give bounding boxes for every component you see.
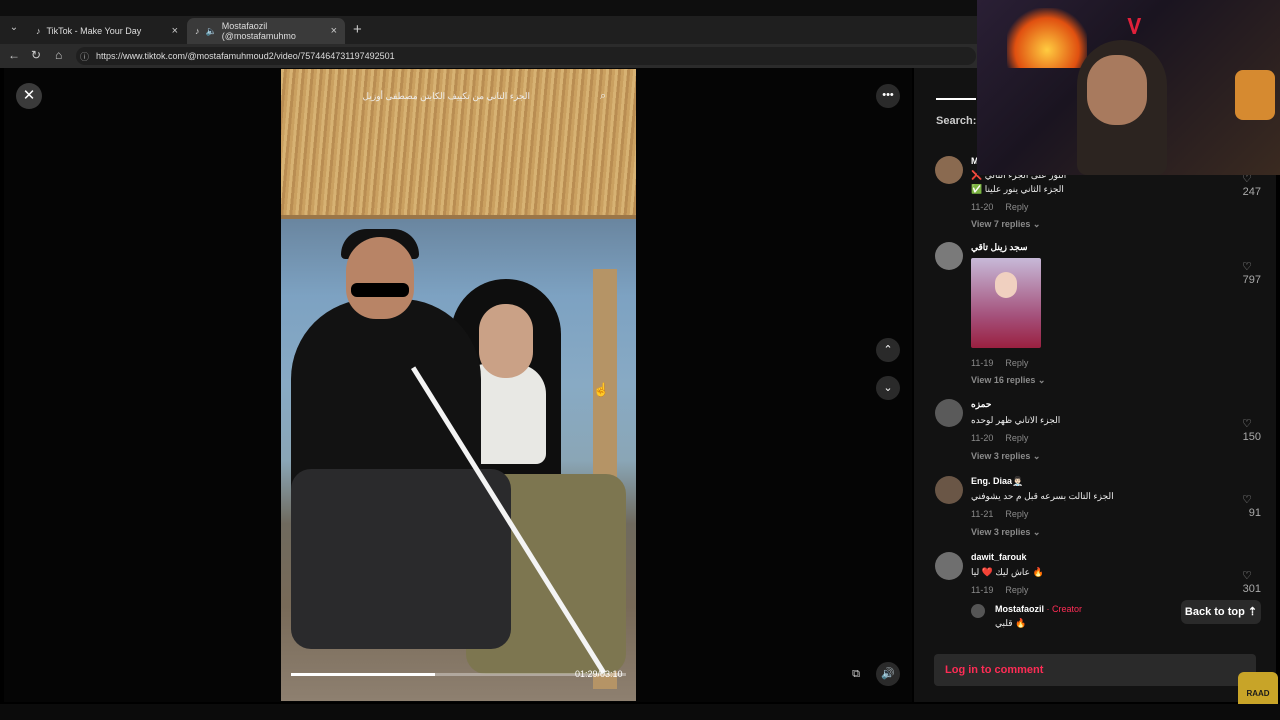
avatar[interactable] — [935, 242, 963, 270]
comment-meta: 11-19 Reply — [971, 585, 1028, 595]
view-replies-label: View 16 replies — [971, 375, 1036, 385]
site-info-icon[interactable]: ⓘ — [80, 50, 89, 63]
picture-in-picture-button[interactable]: ⧉ — [846, 664, 866, 684]
like-count: 797 — [1242, 274, 1261, 286]
comment-author[interactable]: سجد زينل تاقي — [971, 242, 1028, 253]
back-to-top-label: Back to top — [1184, 606, 1245, 618]
reply-button[interactable]: Reply — [1005, 585, 1028, 595]
comment-item: سجد زينل تاقي 11-19 Reply View 16 replies… — [935, 242, 1265, 392]
view-replies-label: View 3 replies — [971, 451, 1031, 461]
avatar[interactable] — [935, 476, 963, 504]
comment-date: 11-20 — [971, 433, 994, 443]
comment-author[interactable]: dawit_farouk — [971, 552, 1027, 562]
tab-mostafaozil[interactable]: ♪ 🔈 Mostafaozil (@mostafamuhmo × — [187, 18, 345, 44]
avatar[interactable] — [971, 604, 985, 618]
creator-name: Mostafaozil — [995, 604, 1045, 614]
fireplace-screen — [1007, 8, 1087, 68]
reply-button[interactable]: Reply — [1005, 358, 1028, 368]
comment-text: الجزء الاتاني ظهر لوحده — [971, 415, 1061, 425]
avatar[interactable] — [935, 552, 963, 580]
tiktok-favicon-icon: ♪ — [195, 26, 200, 36]
comment-date: 11-21 — [971, 509, 994, 519]
pip-icon: ⧉ — [852, 668, 860, 680]
comment-author[interactable]: Eng. Diaa👨🏻‍⚕️ — [971, 476, 1023, 487]
speaker-icon: 🔊 — [881, 668, 895, 680]
tab-close-icon[interactable]: × — [172, 25, 178, 37]
double-chevron-up-icon: ⇡ — [1247, 606, 1258, 618]
heart-icon[interactable]: ♡ — [1242, 493, 1252, 506]
comment-author[interactable]: حمزه — [971, 399, 991, 410]
tab-title: TikTok - Make Your Day — [46, 26, 142, 36]
like-count: 150 — [1242, 431, 1261, 443]
view-replies-label: View 7 replies — [971, 219, 1031, 229]
reply-button[interactable]: Reply — [1005, 509, 1028, 519]
view-replies-button[interactable]: View 16 replies ⌄ — [971, 375, 1045, 386]
back-to-top-button[interactable]: Back to top ⇡ — [1181, 600, 1261, 624]
creator-reply-author[interactable]: Mostafaozil · Creator — [995, 604, 1082, 614]
comment-meta: 11-20 Reply — [971, 433, 1028, 443]
bottom-strip — [0, 704, 1280, 720]
tab-search-menu-icon[interactable]: ⌄ — [6, 22, 22, 38]
chevron-down-icon: ⌄ — [883, 382, 893, 394]
video-player[interactable] — [281, 69, 636, 701]
url-field[interactable]: https://www.tiktok.com/@mostafamuhmoud2/… — [76, 47, 976, 65]
chevron-up-icon: ⌃ — [883, 344, 893, 356]
heart-icon[interactable]: ♡ — [1242, 569, 1252, 582]
close-icon: ✕ — [22, 87, 36, 104]
audio-playing-icon[interactable]: 🔈 — [206, 26, 217, 37]
comment-item: Eng. Diaa👨🏻‍⚕️ الجزء التالت بسرعه قبل م … — [935, 476, 1265, 546]
brand-logo-icon: 𝐕 — [1127, 14, 1142, 39]
like-count: 247 — [1242, 186, 1261, 198]
more-dots-icon: ••• — [882, 89, 894, 101]
comment-date: 11-19 — [971, 585, 994, 595]
comment-date: 11-20 — [971, 202, 994, 212]
like-count: 91 — [1248, 507, 1261, 519]
next-video-button[interactable]: ⌄ — [876, 376, 900, 400]
more-options-button[interactable]: ••• — [876, 84, 900, 108]
back-arrow-icon[interactable]: ← — [8, 48, 20, 62]
comment-item: حمزه الجزء الاتاني ظهر لوحده 11-20 Reply … — [935, 399, 1265, 469]
tab-close-icon[interactable]: × — [331, 25, 337, 37]
active-tab-indicator — [936, 98, 976, 100]
view-replies-button[interactable]: View 7 replies ⌄ — [971, 219, 1040, 230]
video-caption: الجزء التاني من تكييف الكابتن مصطفى أوزي… — [362, 91, 530, 101]
like-count: 301 — [1242, 583, 1261, 595]
search-label: Search: — [936, 115, 977, 127]
sticker-image[interactable] — [971, 258, 1041, 348]
new-tab-icon[interactable]: + — [353, 21, 362, 38]
comment-date: 11-19 — [971, 358, 994, 368]
home-icon[interactable]: ⌂ — [55, 48, 62, 62]
login-to-comment-button[interactable]: Log in to comment — [934, 654, 1256, 686]
reply-button[interactable]: Reply — [1005, 202, 1028, 212]
volume-button[interactable]: 🔊 — [876, 662, 900, 686]
comment-text: عاش ليك ❤️ ليا 🔥 — [971, 567, 1044, 577]
comment-meta: 11-20 Reply — [971, 202, 1028, 212]
tab-tiktok-home[interactable]: ♪ TikTok - Make Your Day × — [28, 18, 186, 44]
comment-meta: 11-21 Reply — [971, 509, 1028, 519]
avatar[interactable] — [935, 156, 963, 184]
heart-icon[interactable]: ♡ — [1242, 260, 1252, 273]
avatar[interactable] — [935, 399, 963, 427]
video-time: 01:29/03:10 — [575, 669, 623, 679]
webcam-overlay: 𝐕 — [977, 0, 1280, 175]
view-replies-label: View 3 replies — [971, 527, 1031, 537]
creator-badge: · Creator — [1046, 604, 1083, 614]
video-progress-fill — [291, 673, 436, 676]
comment-text: ✅ الجزء الثاني ينور علينا — [971, 184, 1064, 194]
search-icon[interactable]: ⌕ — [600, 90, 606, 103]
tab-title: Mostafaozil (@mostafamuhmo — [221, 21, 296, 41]
close-video-button[interactable]: ✕ — [16, 83, 42, 109]
tiktok-favicon-icon: ♪ — [36, 26, 41, 36]
comment-item: dawit_farouk عاش ليك ❤️ ليا 🔥 11-19 Reply… — [935, 552, 1265, 642]
mouse-cursor-icon: ☝ — [593, 382, 610, 397]
view-replies-button[interactable]: View 3 replies ⌄ — [971, 527, 1040, 538]
heart-icon[interactable]: ♡ — [1242, 417, 1252, 430]
comment-meta: 11-19 Reply — [971, 358, 1028, 368]
previous-video-button[interactable]: ⌃ — [876, 338, 900, 362]
reply-button[interactable]: Reply — [1005, 433, 1028, 443]
comment-text: قلبي 🔥 — [995, 618, 1027, 628]
comment-text: الجزء التالت بسرعه قبل م حد يشوفني — [971, 491, 1114, 501]
reload-icon[interactable]: ↻ — [31, 48, 41, 62]
view-replies-button[interactable]: View 3 replies ⌄ — [971, 451, 1040, 462]
